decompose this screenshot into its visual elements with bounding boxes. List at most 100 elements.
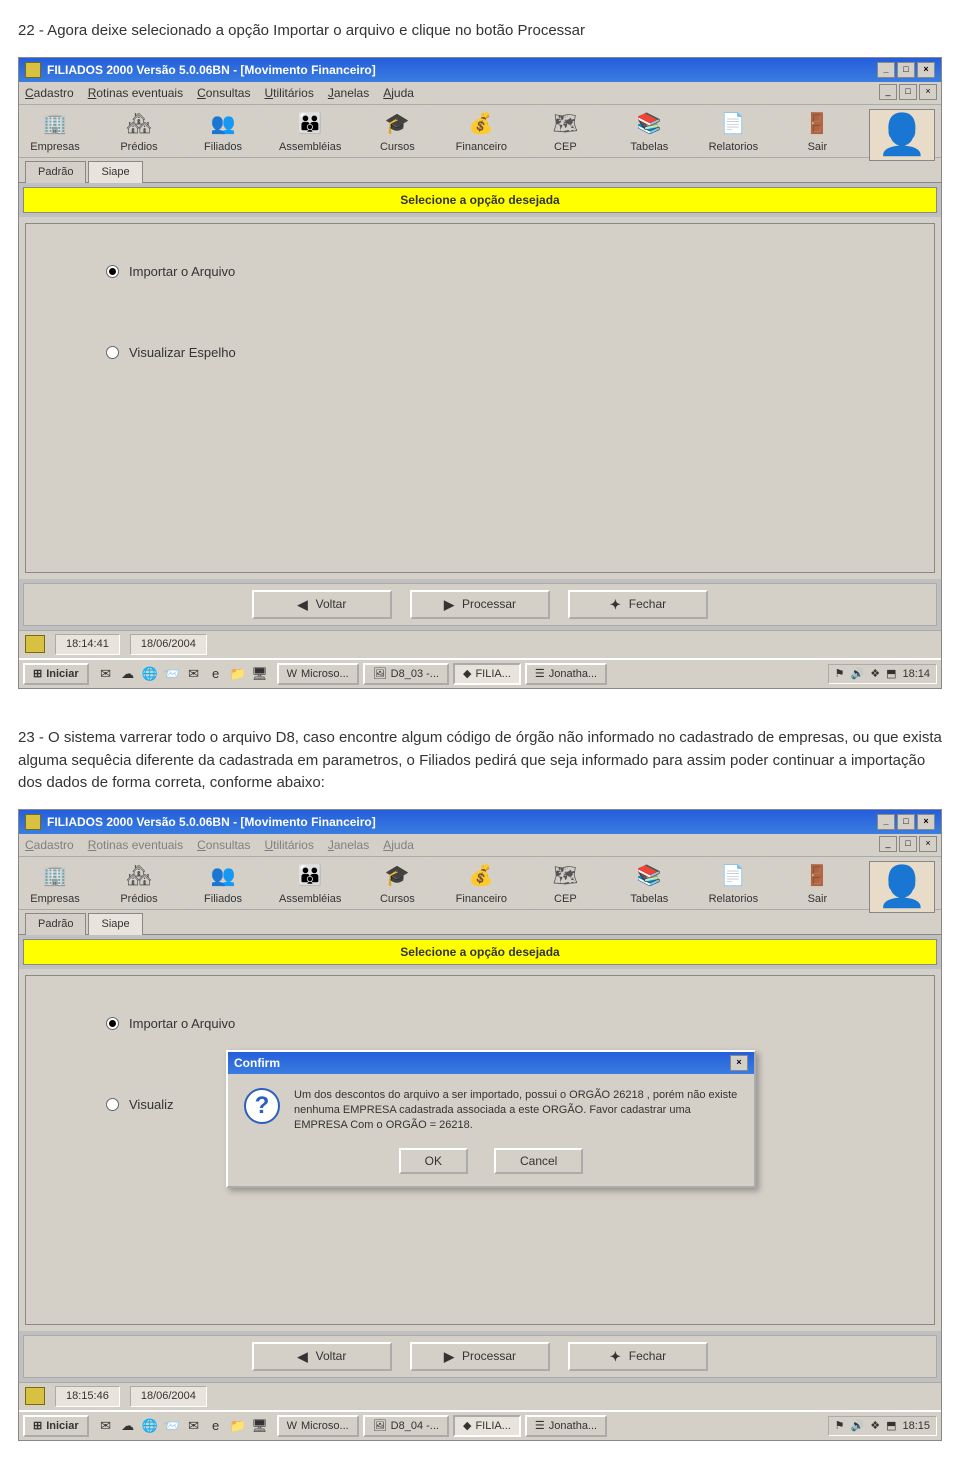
task-filiados[interactable]: ◆ FILIA... [453,663,521,686]
dialog-buttons: OK Cancel [228,1144,754,1186]
menu-cadastro[interactable]: Cadastro [25,84,74,102]
tray-icon[interactable]: ❖ [870,1418,880,1435]
processar-button[interactable]: ▶ Processar [410,1342,550,1372]
mdi-close[interactable]: × [919,84,937,100]
mdi-maximize[interactable]: □ [899,84,917,100]
dialog-close-button[interactable]: × [730,1055,748,1071]
money-icon: 💰 [466,863,496,889]
fechar-button[interactable]: ✦ Fechar [568,590,708,620]
tool-cursos[interactable]: 🎓 Cursos [367,861,427,910]
tool-filiados[interactable]: 👥 Filiados [193,109,253,158]
maximize-button[interactable]: □ [897,62,915,78]
menu-janelas[interactable]: Janelas [328,84,369,102]
ql-icon[interactable]: 📁 [229,666,247,682]
ql-icon[interactable]: 🌐 [141,1418,159,1434]
task-word[interactable]: W Microso... [277,1415,359,1438]
start-button[interactable]: ⊞ Iniciar [23,1415,89,1438]
ql-icon[interactable]: e [207,666,225,682]
close-button[interactable]: × [917,62,935,78]
tool-filiados[interactable]: 👥 Filiados [193,861,253,910]
ql-icon[interactable]: 🖥 [251,1418,269,1434]
maximize-button[interactable]: □ [897,814,915,830]
radio-visualizar[interactable]: Visualizar Espelho [106,343,894,363]
minimize-button[interactable]: _ [877,62,895,78]
taskbar: ⊞ Iniciar ✉ ☁ 🌐 📨 ✉ e 📁 🖥 W Microso... 🖼… [19,1410,941,1441]
start-label: Iniciar [46,1418,78,1435]
ql-icon[interactable]: ☁ [119,666,137,682]
task-jonatha[interactable]: ☰ Jonatha... [525,1415,607,1438]
tray-icon[interactable]: ⬒ [886,1418,896,1435]
tray-icon[interactable]: 🔊 [850,666,864,683]
ql-icon[interactable]: ✉ [97,1418,115,1434]
status-time: 18:14:41 [55,634,120,655]
tool-assembleias[interactable]: 👪 Assembléias [277,861,343,910]
tool-tabelas[interactable]: 📚 Tabelas [619,109,679,158]
menu-consultas[interactable]: Consultas [197,84,250,102]
voltar-button[interactable]: ◀ Voltar [252,590,392,620]
tool-sair[interactable]: 🚪 Sair [787,861,847,910]
tool-empresas[interactable]: 🏢 Empresas [25,861,85,910]
group-icon: 👪 [295,111,325,137]
tool-cursos[interactable]: 🎓 Cursos [367,109,427,158]
fechar-button[interactable]: ✦ Fechar [568,1342,708,1372]
radio-importar[interactable]: Importar o Arquivo [106,1014,894,1034]
tool-assembleias[interactable]: 👪 Assembléias [277,109,343,158]
ql-icon[interactable]: 📁 [229,1418,247,1434]
tab-padrao[interactable]: Padrão [25,913,86,935]
minimize-button[interactable]: _ [877,814,895,830]
tool-financeiro[interactable]: 💰 Financeiro [451,861,511,910]
tool-tabelas[interactable]: 📚 Tabelas [619,861,679,910]
tool-cep[interactable]: 🗺 CEP [535,861,595,910]
tab-siape[interactable]: Siape [88,913,142,935]
ok-button[interactable]: OK [399,1148,468,1174]
tool-financeiro[interactable]: 💰 Financeiro [451,109,511,158]
voltar-button[interactable]: ◀ Voltar [252,1342,392,1372]
ql-icon[interactable]: 📨 [163,1418,181,1434]
tray-icon[interactable]: ⚑ [835,666,845,683]
tray-icon[interactable]: ⬒ [886,666,896,683]
tool-empresas[interactable]: 🏢 Empresas [25,109,85,158]
menu-ajuda[interactable]: Ajuda [383,84,414,102]
mdi-close[interactable]: × [919,836,937,852]
ql-icon[interactable]: ✉ [185,1418,203,1434]
radio-importar[interactable]: Importar o Arquivo [106,262,894,282]
tool-cep[interactable]: 🗺 CEP [535,109,595,158]
tray-icon[interactable]: ⚑ [835,1418,845,1435]
tab-siape[interactable]: Siape [88,161,142,183]
task-image[interactable]: 🖼 D8_03 -... [363,663,449,686]
cancel-button[interactable]: Cancel [494,1148,583,1174]
task-jonatha[interactable]: ☰ Jonatha... [525,663,607,686]
tool-predios[interactable]: 🏘 Prédios [109,109,169,158]
tab-padrao[interactable]: Padrão [25,161,86,183]
tool-relatorios[interactable]: 📄 Relatorios [703,861,763,910]
ql-icon[interactable]: 📨 [163,666,181,682]
task-image[interactable]: 🖼 D8_04 -... [363,1415,449,1438]
ql-icon[interactable]: ☁ [119,1418,137,1434]
tool-sair[interactable]: 🚪 Sair [787,109,847,158]
exit-icon: 🚪 [802,863,832,889]
tool-predios[interactable]: 🏘 Prédios [109,861,169,910]
menu-rotinas[interactable]: Rotinas eventuais [88,84,183,102]
tray-icon[interactable]: 🔊 [850,1418,864,1435]
task-word[interactable]: W Microso... [277,663,359,686]
tray-icon[interactable]: ❖ [870,666,880,683]
start-button[interactable]: ⊞ Iniciar [23,663,89,686]
mdi-minimize[interactable]: _ [879,84,897,100]
map-icon: 🗺 [550,863,580,889]
ql-icon[interactable]: ✉ [185,666,203,682]
ql-icon[interactable]: e [207,1418,225,1434]
tool-label: Prédios [120,891,157,908]
ql-icon[interactable]: 🌐 [141,666,159,682]
mdi-maximize[interactable]: □ [899,836,917,852]
mdi-minimize[interactable]: _ [879,836,897,852]
ql-icon[interactable]: 🖥 [251,666,269,682]
ql-icon[interactable]: ✉ [97,666,115,682]
processar-button[interactable]: ▶ Processar [410,590,550,620]
tool-relatorios[interactable]: 📄 Relatorios [703,109,763,158]
menu-utilitarios[interactable]: Utilitários [264,84,313,102]
menu-utilitarios: Utilitários [264,836,313,854]
close-button[interactable]: × [917,814,935,830]
report-icon: 📄 [718,111,748,137]
mdi-controls: _ □ × [879,836,937,852]
task-filiados[interactable]: ◆ FILIA... [453,1415,521,1438]
